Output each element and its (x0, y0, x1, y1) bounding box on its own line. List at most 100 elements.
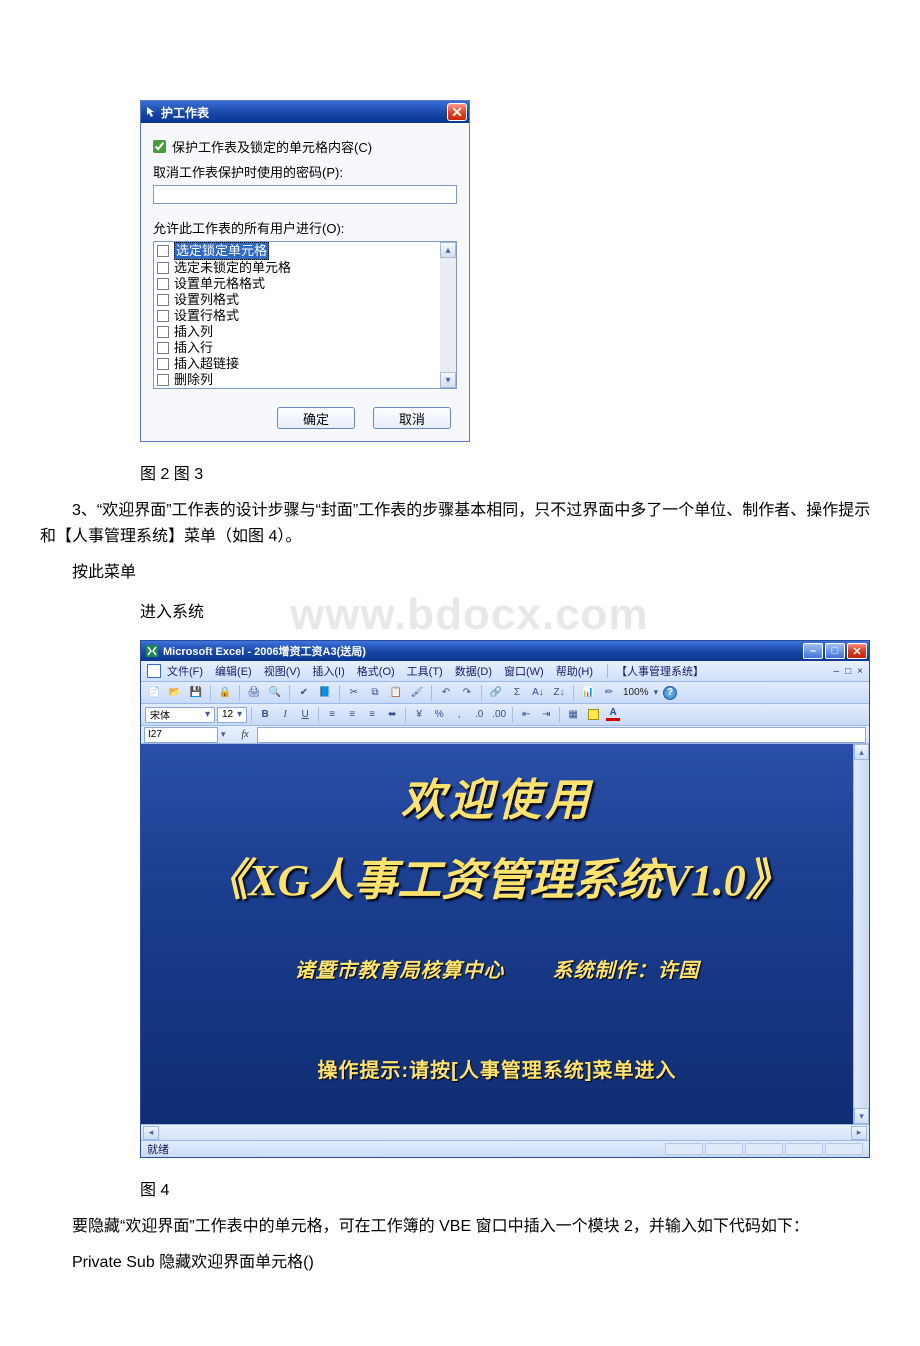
decrease-indent-icon[interactable]: ⇤ (517, 706, 535, 723)
scroll-left-icon[interactable]: ◂ (143, 1126, 159, 1140)
menu-insert[interactable]: 插入(I) (312, 663, 344, 679)
italic-icon[interactable]: I (276, 706, 294, 723)
name-formula-bar: I27 ▾ fx (141, 726, 869, 744)
listbox-scrollbar[interactable]: ▴ ▾ (440, 242, 456, 388)
perm-item-select-unlocked[interactable]: 选定未锁定的单元格 (157, 260, 456, 276)
scroll-down-button[interactable]: ▾ (440, 372, 456, 388)
font-name-combo[interactable]: 宋体▾ (145, 707, 215, 723)
vertical-scrollbar[interactable]: ▴ ▾ (853, 744, 869, 1124)
open-file-icon[interactable]: 📂 (166, 684, 184, 701)
protect-lock-checkbox-row[interactable]: 保护工作表及锁定的单元格内容(C) (153, 137, 457, 156)
redo-icon[interactable]: ↷ (458, 684, 476, 701)
help-icon[interactable]: ? (663, 686, 677, 700)
scroll-down-icon[interactable]: ▾ (854, 1108, 869, 1124)
perm-item-format-columns[interactable]: 设置列格式 (157, 292, 456, 308)
paragraph-2: 按此菜单 (40, 560, 880, 586)
align-right-icon[interactable]: ≡ (363, 706, 381, 723)
name-box-dropdown-icon[interactable]: ▾ (221, 729, 226, 740)
hyperlink-icon[interactable]: 🔗 (487, 684, 505, 701)
ok-button[interactable]: 确定 (277, 407, 355, 429)
doc-maximize-button[interactable]: □ (845, 666, 851, 677)
status-well (785, 1143, 823, 1155)
research-icon[interactable]: 📘 (316, 684, 334, 701)
menu-help[interactable]: 帮助(H) (556, 663, 593, 679)
zoom-dropdown-icon[interactable]: ▾ (654, 687, 659, 698)
print-preview-icon[interactable]: 🔍 (266, 684, 284, 701)
bold-icon[interactable]: B (256, 706, 274, 723)
protect-lock-checkbox[interactable] (153, 140, 166, 153)
currency-icon[interactable]: ¥ (410, 706, 428, 723)
perm-item-insert-rows[interactable]: 插入行 (157, 340, 456, 356)
sort-desc-icon[interactable]: Z↓ (550, 684, 568, 701)
formula-bar[interactable] (257, 727, 866, 743)
close-button[interactable]: ✕ (447, 103, 467, 121)
underline-icon[interactable]: U (296, 706, 314, 723)
fill-color-icon[interactable] (584, 706, 602, 723)
font-color-icon[interactable]: A (604, 706, 622, 723)
protect-sheet-dialog: 护工作表 ✕ 保护工作表及锁定的单元格内容(C) 取消工作表保护时使用的密码(P… (140, 100, 470, 442)
perm-item-format-cells[interactable]: 设置单元格格式 (157, 276, 456, 292)
maximize-button[interactable]: □ (825, 643, 845, 659)
increase-decimal-icon[interactable]: .0 (470, 706, 488, 723)
menu-format[interactable]: 格式(O) (357, 663, 395, 679)
print-icon[interactable]: 🖨 (245, 684, 263, 701)
excel-titlebar[interactable]: Microsoft Excel - 2006增资工资A3(送局) – □ ✕ (141, 641, 869, 661)
menu-data[interactable]: 数据(D) (455, 663, 492, 679)
doc-restore-button[interactable]: – (834, 666, 840, 677)
menu-edit[interactable]: 编辑(E) (215, 663, 252, 679)
decrease-decimal-icon[interactable]: .00 (490, 706, 508, 723)
paste-icon[interactable]: 📋 (387, 684, 405, 701)
worksheet-area[interactable]: 欢迎使用 《XG人事工资管理系统V1.0》 诸暨市教育局核算中心系统制作：许国 … (141, 744, 869, 1124)
undo-icon[interactable]: ↶ (437, 684, 455, 701)
fx-icon[interactable]: fx (242, 729, 249, 740)
standard-toolbar: 📄 📂 💾 🔒 🖨 🔍 ✔ 📘 ✂ ⧉ 📋 🖌 ↶ ↷ 🔗 Σ A↓ Z↓ (141, 682, 869, 704)
status-bar: 就绪 (141, 1140, 869, 1157)
align-center-icon[interactable]: ≡ (343, 706, 361, 723)
increase-indent-icon[interactable]: ⇥ (537, 706, 555, 723)
dialog-titlebar[interactable]: 护工作表 ✕ (141, 101, 469, 123)
drawing-icon[interactable]: ✏ (600, 684, 618, 701)
welcome-title: 欢迎使用 (141, 764, 853, 828)
perm-item-insert-hyperlinks[interactable]: 插入超链接 (157, 356, 456, 372)
menu-file[interactable]: 文件(F) (167, 663, 203, 679)
borders-icon[interactable]: ▦ (564, 706, 582, 723)
permissions-listbox[interactable]: 选定锁定单元格 选定未锁定的单元格 设置单元格格式 设置列格式 设置行格式 插入… (153, 241, 457, 389)
comma-icon[interactable]: , (450, 706, 468, 723)
zoom-value[interactable]: 100% (621, 687, 651, 698)
name-box[interactable]: I27 (144, 727, 218, 743)
menu-bar: 文件(F) 编辑(E) 视图(V) 插入(I) 格式(O) 工具(T) 数据(D… (141, 661, 869, 682)
perm-item-format-rows[interactable]: 设置行格式 (157, 308, 456, 324)
merge-center-icon[interactable]: ⬌ (383, 706, 401, 723)
password-input[interactable] (153, 185, 457, 204)
menu-window[interactable]: 窗口(W) (504, 663, 544, 679)
scroll-up-icon[interactable]: ▴ (854, 744, 869, 760)
doc-close-button[interactable]: × (857, 666, 863, 677)
minimize-button[interactable]: – (803, 643, 823, 659)
autosum-icon[interactable]: Σ (508, 684, 526, 701)
scroll-up-button[interactable]: ▴ (440, 242, 456, 258)
percent-icon[interactable]: % (430, 706, 448, 723)
menu-tools[interactable]: 工具(T) (407, 663, 443, 679)
format-painter-icon[interactable]: 🖌 (408, 684, 426, 701)
align-left-icon[interactable]: ≡ (323, 706, 341, 723)
horizontal-scrollbar[interactable]: ◂ ▸ (141, 1124, 869, 1140)
chart-wizard-icon[interactable]: 📊 (579, 684, 597, 701)
operation-hint: 操作提示:请按[人事管理系统]菜单进入 (141, 1054, 853, 1083)
perm-item-insert-columns[interactable]: 插入列 (157, 324, 456, 340)
cut-icon[interactable]: ✂ (345, 684, 363, 701)
menu-view[interactable]: 视图(V) (264, 663, 301, 679)
cancel-button[interactable]: 取消 (373, 407, 451, 429)
save-icon[interactable]: 💾 (187, 684, 205, 701)
perm-item-select-locked[interactable]: 选定锁定单元格 (157, 242, 456, 260)
sort-asc-icon[interactable]: A↓ (529, 684, 547, 701)
scroll-right-icon[interactable]: ▸ (851, 1126, 867, 1140)
permissions-icon[interactable]: 🔒 (216, 684, 234, 701)
menu-custom-hr-system[interactable]: 【人事管理系统】 (616, 663, 704, 679)
spelling-icon[interactable]: ✔ (295, 684, 313, 701)
new-file-icon[interactable]: 📄 (145, 684, 163, 701)
copy-icon[interactable]: ⧉ (366, 684, 384, 701)
font-size-combo[interactable]: 12▾ (217, 707, 247, 723)
perm-item-delete-columns[interactable]: 删除列 (157, 372, 456, 388)
paragraph-1: 3、“欢迎界面”工作表的设计步骤与“封面”工作表的步骤基本相同，只不过界面中多了… (40, 498, 880, 550)
window-close-button[interactable]: ✕ (847, 643, 867, 659)
